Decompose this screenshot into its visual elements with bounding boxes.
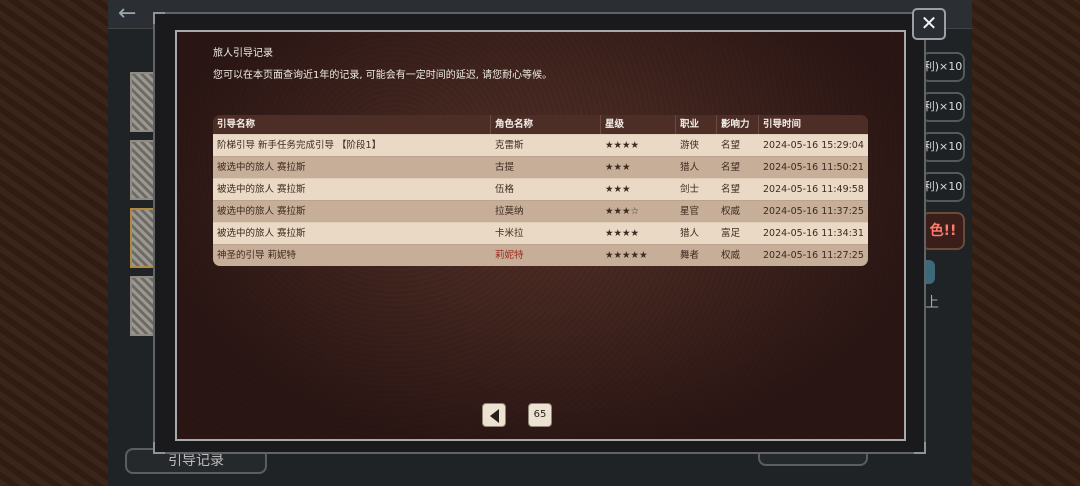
background-draw-button[interactable]: 利)×10 bbox=[921, 172, 965, 202]
cell-guide-name: 被选中的旅人 赛拉斯 bbox=[217, 184, 306, 195]
cell-job: 星官 bbox=[680, 206, 700, 217]
cell-stars: ★★★★ bbox=[605, 228, 640, 239]
cell-stars: ★★★ bbox=[605, 162, 631, 173]
background-right-pattern bbox=[972, 0, 1080, 486]
cell-job: 游侠 bbox=[680, 140, 700, 151]
cell-influence: 名望 bbox=[721, 162, 741, 173]
background-side-text: 上 bbox=[925, 295, 939, 311]
cell-job: 猎人 bbox=[680, 228, 700, 239]
cell-role-name: 伍格 bbox=[495, 184, 515, 195]
header-job: 职业 bbox=[676, 115, 717, 134]
cell-time: 2024-05-16 11:34:31 bbox=[763, 228, 864, 239]
cell-job: 猎人 bbox=[680, 162, 700, 173]
previous-page-button[interactable] bbox=[482, 403, 506, 427]
cell-time: 2024-05-16 15:29:04 bbox=[763, 140, 864, 151]
dialog-corner bbox=[153, 12, 165, 24]
background-draw-button[interactable]: 利)×10 bbox=[921, 132, 965, 162]
cell-stars: ★★★☆ bbox=[605, 206, 640, 217]
table-row: 被选中的旅人 赛拉斯 拉莫纳 ★★★☆ 星官 权威 2024-05-16 11:… bbox=[213, 200, 868, 222]
cell-influence: 名望 bbox=[721, 140, 741, 151]
table-row: 被选中的旅人 赛拉斯 伍格 ★★★ 剑士 名望 2024-05-16 11:49… bbox=[213, 178, 868, 200]
cell-influence: 权威 bbox=[721, 250, 741, 261]
header-stars: 星级 bbox=[601, 115, 676, 134]
cell-guide-name: 被选中的旅人 赛拉斯 bbox=[217, 228, 306, 239]
cell-job: 剑士 bbox=[680, 184, 700, 195]
cell-guide-name: 神圣的引导 莉妮特 bbox=[217, 250, 297, 261]
cell-guide-name: 阶梯引导 新手任务完成引导 【阶段1】 bbox=[217, 140, 382, 151]
cell-time: 2024-05-16 11:49:58 bbox=[763, 184, 864, 195]
cell-influence: 富足 bbox=[721, 228, 741, 239]
cell-job: 舞者 bbox=[680, 250, 700, 261]
cell-stars: ★★★★ bbox=[605, 140, 640, 151]
back-arrow-icon[interactable]: ← bbox=[118, 3, 136, 25]
cell-stars: ★★★★★ bbox=[605, 250, 648, 261]
cell-time: 2024-05-16 11:50:21 bbox=[763, 162, 864, 173]
dialog-corner bbox=[914, 442, 926, 454]
cell-role-name: 克雷斯 bbox=[495, 140, 524, 151]
header-role-name: 角色名称 bbox=[491, 115, 601, 134]
background-draw-button[interactable]: 利)×10 bbox=[921, 52, 965, 82]
background-left-pattern bbox=[0, 0, 108, 486]
page-number: 65 bbox=[528, 403, 552, 427]
guide-record-table: 引导名称 角色名称 星级 职业 影响力 引导时间 阶梯引导 新手任务完成引导 【… bbox=[213, 115, 868, 266]
cell-influence: 名望 bbox=[721, 184, 741, 195]
dialog-subtitle: 您可以在本页面查询近1年的记录, 可能会有一定时间的延迟, 请您耐心等候。 bbox=[213, 70, 553, 81]
cell-role-name: 莉妮特 bbox=[495, 250, 524, 261]
table-row: 神圣的引导 莉妮特 莉妮特 ★★★★★ 舞者 权威 2024-05-16 11:… bbox=[213, 244, 868, 266]
dialog-corner bbox=[153, 442, 165, 454]
cell-guide-name: 被选中的旅人 赛拉斯 bbox=[217, 162, 306, 173]
header-time: 引导时间 bbox=[763, 119, 802, 130]
background-featured-button[interactable]: 色!! bbox=[921, 212, 965, 250]
close-button[interactable]: ✕ bbox=[912, 8, 946, 40]
dialog-title: 旅人引导记录 bbox=[213, 48, 273, 59]
cell-role-name: 古提 bbox=[495, 162, 515, 173]
cell-time: 2024-05-16 11:37:25 bbox=[763, 206, 864, 217]
cell-stars: ★★★ bbox=[605, 184, 631, 195]
table-header: 引导名称 角色名称 星级 职业 影响力 引导时间 bbox=[213, 115, 868, 134]
background-draw-button[interactable]: 利)×10 bbox=[921, 92, 965, 122]
cell-influence: 权威 bbox=[721, 206, 741, 217]
table-row: 被选中的旅人 赛拉斯 古提 ★★★ 猎人 名望 2024-05-16 11:50… bbox=[213, 156, 868, 178]
cell-role-name: 拉莫纳 bbox=[495, 206, 524, 217]
header-influence: 影响力 bbox=[717, 115, 759, 134]
cell-guide-name: 被选中的旅人 赛拉斯 bbox=[217, 206, 306, 217]
table-row: 被选中的旅人 赛拉斯 卡米拉 ★★★★ 猎人 富足 2024-05-16 11:… bbox=[213, 222, 868, 244]
background-side-tab[interactable] bbox=[925, 260, 935, 284]
cell-role-name: 卡米拉 bbox=[495, 228, 524, 239]
header-guide-name: 引导名称 bbox=[213, 115, 491, 134]
table-row: 阶梯引导 新手任务完成引导 【阶段1】 克雷斯 ★★★★ 游侠 名望 2024-… bbox=[213, 134, 868, 156]
cell-time: 2024-05-16 11:27:25 bbox=[763, 250, 864, 261]
